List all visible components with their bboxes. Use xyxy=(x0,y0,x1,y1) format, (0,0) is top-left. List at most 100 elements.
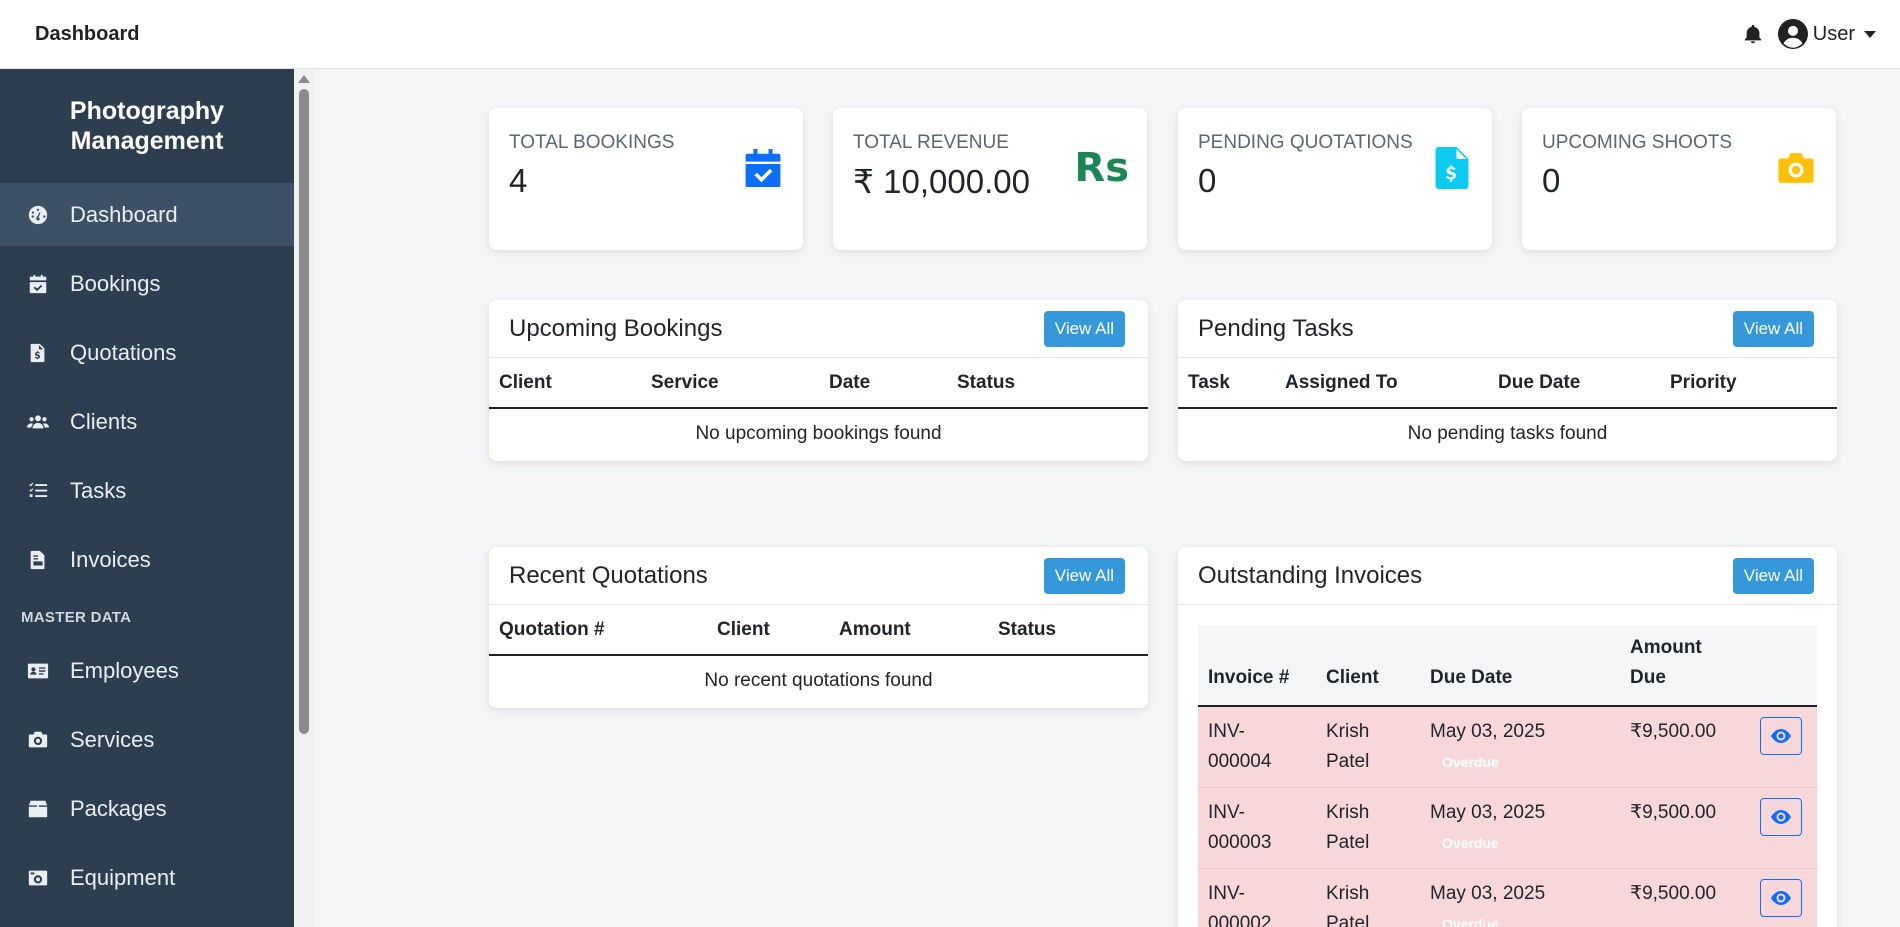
user-avatar-icon xyxy=(1777,19,1808,49)
due-date-text: May 03, 2025 xyxy=(1430,883,1546,904)
table-row: INV- 000003 Krish Patel May 03, 2025 Overdu… xyxy=(1198,787,1817,869)
overdue-badge: Overdue xyxy=(1442,754,1499,770)
stat-value: 4 xyxy=(509,162,528,199)
sidebar-item-label: Equipment xyxy=(70,864,176,890)
panel-title: Recent Quotations xyxy=(509,561,708,589)
column-header[interactable]: Priority xyxy=(1660,358,1837,409)
sidebar-item-label: Clients xyxy=(70,408,138,434)
panel-title: Outstanding Invoices xyxy=(1198,561,1423,589)
navbar-right: User xyxy=(1742,19,1876,49)
sidebar-item-quotations[interactable]: Quotations xyxy=(0,321,294,384)
panel-header: Upcoming Bookings View All xyxy=(489,300,1148,358)
column-header[interactable]: Service xyxy=(641,358,819,409)
sidebar-item-tasks[interactable]: Tasks xyxy=(0,459,294,522)
id-card-icon xyxy=(26,659,50,683)
client-name-line: Patel xyxy=(1326,913,1370,927)
scrollbar-thumb[interactable] xyxy=(299,89,309,734)
sidebar-title: Photography Management xyxy=(0,69,294,183)
actions-cell xyxy=(1750,787,1817,869)
view-all-bookings-button[interactable]: View All xyxy=(1043,310,1125,347)
invoice-number-line: 000004 xyxy=(1208,751,1272,772)
bell-icon[interactable] xyxy=(1742,23,1764,45)
sidebar-item-bookings[interactable]: Bookings xyxy=(0,252,294,315)
stat-card-pending-quotations: PENDING QUOTATIONS 0 xyxy=(1178,108,1492,250)
amount-cell: ₹9,500.00 xyxy=(1620,787,1750,869)
recent-quotations-table: Quotation # Client Amount Status No rece… xyxy=(489,605,1148,705)
panel-title: Upcoming Bookings xyxy=(509,314,723,342)
column-header[interactable]: Status xyxy=(988,605,1148,656)
user-label: User xyxy=(1812,22,1855,45)
column-header[interactable]: Status xyxy=(947,358,1148,409)
sidebar-item-label: Quotations xyxy=(70,339,177,365)
sidebar-item-services[interactable]: Services xyxy=(0,708,294,771)
user-menu[interactable]: User xyxy=(1777,19,1876,49)
scroll-up-arrow-icon[interactable] xyxy=(298,75,310,83)
invoice-icon xyxy=(26,548,50,572)
view-invoice-button[interactable] xyxy=(1760,798,1802,836)
stat-card-total-bookings: TOTAL BOOKINGS 4 xyxy=(489,108,803,250)
sidebar-item-equipment[interactable]: Equipment xyxy=(0,846,294,909)
client-name-line: Krish xyxy=(1326,721,1370,742)
sidebar-item-label: Dashboard xyxy=(70,201,178,227)
column-header[interactable]: Client xyxy=(489,358,641,409)
client-cell: Krish Patel xyxy=(1316,706,1420,788)
column-header[interactable]: Assigned To xyxy=(1275,358,1488,409)
column-header[interactable]: Amount Due xyxy=(1620,625,1750,707)
sidebar-item-label: Tasks xyxy=(70,477,127,503)
upcoming-bookings-table: Client Service Date Status No upcoming b… xyxy=(489,358,1148,458)
column-header[interactable]: Amount xyxy=(829,605,988,656)
sidebar-item-label: Bookings xyxy=(70,270,161,296)
camera-icon xyxy=(26,728,50,752)
outstanding-invoices-table: Invoice # Client Due Date Amount Due INV… xyxy=(1198,625,1817,927)
stat-label: TOTAL BOOKINGS xyxy=(509,132,675,153)
sidebar-item-packages[interactable]: Packages xyxy=(0,777,294,840)
amount-cell: ₹9,500.00 xyxy=(1620,868,1750,927)
table-row: INV- 000002 Krish Patel May 03, 2025 Overdu… xyxy=(1198,868,1817,927)
column-header[interactable]: Client xyxy=(1316,625,1420,707)
due-date-text: May 03, 2025 xyxy=(1430,802,1546,823)
tasks-list-icon xyxy=(26,479,50,503)
column-header[interactable]: Invoice # xyxy=(1198,625,1316,707)
view-all-tasks-button[interactable]: View All xyxy=(1732,310,1814,347)
view-all-invoices-button[interactable]: View All xyxy=(1732,557,1814,594)
sidebar-item-label: Services xyxy=(70,726,155,752)
client-name-line: Patel xyxy=(1326,751,1370,772)
panel-header: Recent Quotations View All xyxy=(489,547,1148,605)
stat-label: UPCOMING SHOOTS xyxy=(1542,132,1733,153)
view-invoice-button[interactable] xyxy=(1760,717,1802,755)
client-name-line: Krish xyxy=(1326,802,1370,823)
invoice-number-line: 000003 xyxy=(1208,832,1272,853)
box-icon xyxy=(26,797,50,821)
sidebar-title-line-2: Management xyxy=(70,127,224,155)
sidebar-item-employees[interactable]: Employees xyxy=(0,639,294,702)
sidebar-scrollbar[interactable] xyxy=(294,69,314,927)
upcoming-bookings-panel: Upcoming Bookings View All Client Servic… xyxy=(489,300,1148,461)
column-header[interactable]: Due Date xyxy=(1488,358,1660,409)
rupee-sign-icon: Rs xyxy=(1074,145,1129,191)
column-header[interactable]: Client xyxy=(707,605,829,656)
table-row: INV- 000004 Krish Patel May 03, 2025 Overdu… xyxy=(1198,706,1817,788)
empty-message: No upcoming bookings found xyxy=(695,422,942,444)
sidebar-item-clients[interactable]: Clients xyxy=(0,390,294,453)
chevron-down-icon xyxy=(1864,30,1876,38)
actions-cell xyxy=(1750,868,1817,927)
column-header[interactable]: Due Date xyxy=(1420,625,1620,707)
camera-icon xyxy=(1776,146,1816,190)
view-invoice-button[interactable] xyxy=(1760,879,1802,917)
column-header[interactable]: Date xyxy=(819,358,947,409)
sidebar-title-line-1: Photography xyxy=(69,97,225,125)
dashboard-gauge-icon xyxy=(26,203,50,227)
invoice-number-cell: INV- 000004 xyxy=(1198,706,1316,788)
sidebar-item-dashboard[interactable]: Dashboard xyxy=(0,183,294,246)
column-header[interactable]: Task xyxy=(1178,358,1275,409)
pending-tasks-panel: Pending Tasks View All Task Assigned To … xyxy=(1178,300,1837,461)
sidebar-item-label: Invoices xyxy=(70,546,151,572)
column-header[interactable]: Quotation # xyxy=(489,605,707,656)
view-all-quotations-button[interactable]: View All xyxy=(1043,557,1125,594)
panel-title: Pending Tasks xyxy=(1198,314,1354,342)
overdue-badge: Overdue xyxy=(1442,835,1499,851)
sidebar-item-invoices[interactable]: Invoices xyxy=(0,528,294,591)
calendar-check-icon xyxy=(26,272,50,296)
calendar-check-icon xyxy=(743,146,783,190)
navbar-brand[interactable]: Dashboard xyxy=(35,23,139,46)
